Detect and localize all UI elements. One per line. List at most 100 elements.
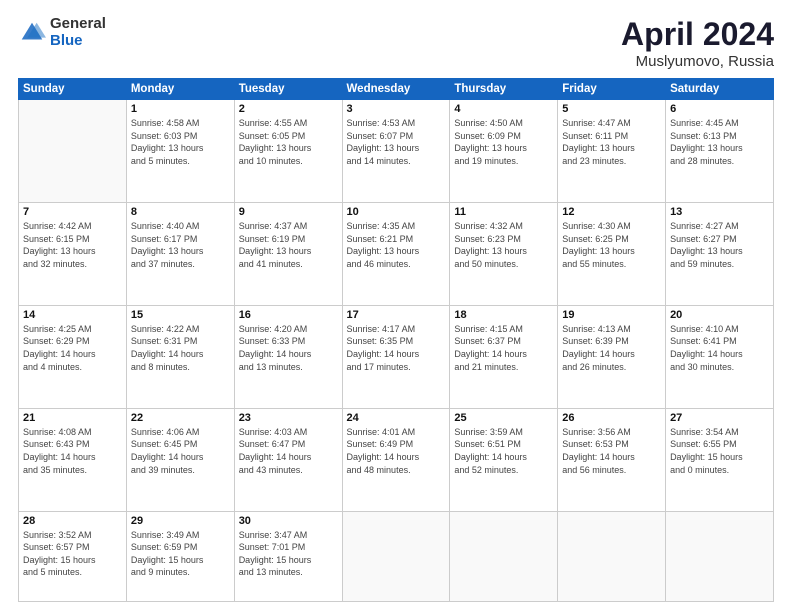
day-cell: 14 Sunrise: 4:25 AM Sunset: 6:29 PM Dayli… [19,305,127,408]
day-cell: 6Sunrise: 4:45 AM Sunset: 6:13 PM Daylig… [666,100,774,203]
day-info: Sunrise: 4:01 AM Sunset: 6:49 PM Dayligh… [347,426,446,476]
day-cell [666,511,774,601]
logo-icon [18,19,46,47]
day-info: Sunrise: 4:40 AM Sunset: 6:17 PM Dayligh… [131,220,230,270]
day-info: Sunrise: 3:56 AM Sunset: 6:53 PM Dayligh… [562,426,661,476]
day-info: Sunrise: 4:06 AM Sunset: 6:45 PM Dayligh… [131,426,230,476]
logo-blue: Blue [50,33,106,50]
weekday-header: Friday [558,79,666,100]
day-cell: 30 Sunrise: 3:47 AM Sunset: 7:01 PM Dayli… [234,511,342,601]
day-cell: 4 Sunrise: 4:50 AM Sunset: 6:09 PM Daylig… [450,100,558,203]
calendar-subtitle: Muslyumovo, Russia [621,53,774,70]
day-info: Sunrise: 4:17 AM Sunset: 6:35 PM Dayligh… [347,323,446,373]
day-info: Sunrise: 4:42 AM Sunset: 6:15 PM Dayligh… [23,220,122,270]
day-info: Sunrise: 4:53 AM Sunset: 6:07 PM Dayligh… [347,117,446,167]
day-cell: 28Sunrise: 3:52 AM Sunset: 6:57 PM Dayli… [19,511,127,601]
day-info: Sunrise: 4:25 AM Sunset: 6:29 PM Dayligh… [23,323,122,373]
day-number: 2 [239,103,338,115]
page: General Blue April 2024 Muslyumovo, Russ… [0,0,792,612]
week-row: 21 Sunrise: 4:08 AM Sunset: 6:43 PM Dayli… [19,408,774,511]
day-cell: 16 Sunrise: 4:20 AM Sunset: 6:33 PM Dayli… [234,305,342,408]
day-number: 15 [131,309,230,321]
day-number: 7 [23,206,122,218]
day-cell [558,511,666,601]
day-info: Sunrise: 4:08 AM Sunset: 6:43 PM Dayligh… [23,426,122,476]
weekday-header: Sunday [19,79,127,100]
day-cell: 17Sunrise: 4:17 AM Sunset: 6:35 PM Dayli… [342,305,450,408]
week-row: 7 Sunrise: 4:42 AM Sunset: 6:15 PM Daylig… [19,202,774,305]
day-cell: 18Sunrise: 4:15 AM Sunset: 6:37 PM Dayli… [450,305,558,408]
day-cell: 3 Sunrise: 4:53 AM Sunset: 6:07 PM Daylig… [342,100,450,203]
day-number: 25 [454,412,553,424]
day-number: 4 [454,103,553,115]
day-info: Sunrise: 4:22 AM Sunset: 6:31 PM Dayligh… [131,323,230,373]
day-cell: 26 Sunrise: 3:56 AM Sunset: 6:53 PM Dayli… [558,408,666,511]
day-cell: 8Sunrise: 4:40 AM Sunset: 6:17 PM Daylig… [126,202,234,305]
day-info: Sunrise: 4:47 AM Sunset: 6:11 PM Dayligh… [562,117,661,167]
day-number: 21 [23,412,122,424]
day-cell: 29 Sunrise: 3:49 AM Sunset: 6:59 PM Dayli… [126,511,234,601]
weekday-header: Monday [126,79,234,100]
day-info: Sunrise: 4:37 AM Sunset: 6:19 PM Dayligh… [239,220,338,270]
day-number: 30 [239,515,338,527]
day-cell: 5 Sunrise: 4:47 AM Sunset: 6:11 PM Daylig… [558,100,666,203]
week-row: 28Sunrise: 3:52 AM Sunset: 6:57 PM Dayli… [19,511,774,601]
day-info: Sunrise: 4:27 AM Sunset: 6:27 PM Dayligh… [670,220,769,270]
day-cell: 21 Sunrise: 4:08 AM Sunset: 6:43 PM Dayli… [19,408,127,511]
day-cell [450,511,558,601]
day-number: 27 [670,412,769,424]
day-number: 12 [562,206,661,218]
day-cell: 11 Sunrise: 4:32 AM Sunset: 6:23 PM Dayli… [450,202,558,305]
day-number: 16 [239,309,338,321]
day-number: 26 [562,412,661,424]
day-cell: 23Sunrise: 4:03 AM Sunset: 6:47 PM Dayli… [234,408,342,511]
day-info: Sunrise: 4:58 AM Sunset: 6:03 PM Dayligh… [131,117,230,167]
day-info: Sunrise: 4:20 AM Sunset: 6:33 PM Dayligh… [239,323,338,373]
day-info: Sunrise: 4:32 AM Sunset: 6:23 PM Dayligh… [454,220,553,270]
day-cell [19,100,127,203]
day-cell: 9 Sunrise: 4:37 AM Sunset: 6:19 PM Daylig… [234,202,342,305]
weekday-header: Tuesday [234,79,342,100]
day-info: Sunrise: 4:45 AM Sunset: 6:13 PM Dayligh… [670,117,769,167]
day-cell: 10Sunrise: 4:35 AM Sunset: 6:21 PM Dayli… [342,202,450,305]
day-info: Sunrise: 4:55 AM Sunset: 6:05 PM Dayligh… [239,117,338,167]
day-info: Sunrise: 4:03 AM Sunset: 6:47 PM Dayligh… [239,426,338,476]
day-info: Sunrise: 3:49 AM Sunset: 6:59 PM Dayligh… [131,529,230,579]
top-header: General Blue April 2024 Muslyumovo, Russ… [18,16,774,70]
day-number: 19 [562,309,661,321]
weekday-header: Saturday [666,79,774,100]
day-info: Sunrise: 3:54 AM Sunset: 6:55 PM Dayligh… [670,426,769,476]
day-info: Sunrise: 4:50 AM Sunset: 6:09 PM Dayligh… [454,117,553,167]
day-number: 29 [131,515,230,527]
day-number: 3 [347,103,446,115]
day-number: 20 [670,309,769,321]
weekday-header: Wednesday [342,79,450,100]
day-cell: 15 Sunrise: 4:22 AM Sunset: 6:31 PM Dayli… [126,305,234,408]
day-number: 14 [23,309,122,321]
week-row: 14 Sunrise: 4:25 AM Sunset: 6:29 PM Dayli… [19,305,774,408]
day-info: Sunrise: 3:47 AM Sunset: 7:01 PM Dayligh… [239,529,338,579]
header-row: SundayMondayTuesdayWednesdayThursdayFrid… [19,79,774,100]
day-cell: 24 Sunrise: 4:01 AM Sunset: 6:49 PM Dayli… [342,408,450,511]
day-cell [342,511,450,601]
calendar-table: SundayMondayTuesdayWednesdayThursdayFrid… [18,78,774,602]
day-info: Sunrise: 4:15 AM Sunset: 6:37 PM Dayligh… [454,323,553,373]
calendar-title: April 2024 [621,16,774,53]
day-cell: 19Sunrise: 4:13 AM Sunset: 6:39 PM Dayli… [558,305,666,408]
day-number: 11 [454,206,553,218]
day-info: Sunrise: 4:10 AM Sunset: 6:41 PM Dayligh… [670,323,769,373]
day-number: 9 [239,206,338,218]
day-cell: 1Sunrise: 4:58 AM Sunset: 6:03 PM Daylig… [126,100,234,203]
logo: General Blue [18,16,106,49]
logo-text: General Blue [50,16,106,49]
day-number: 10 [347,206,446,218]
day-info: Sunrise: 3:59 AM Sunset: 6:51 PM Dayligh… [454,426,553,476]
logo-general: General [50,16,106,33]
day-number: 5 [562,103,661,115]
day-number: 13 [670,206,769,218]
day-number: 22 [131,412,230,424]
day-number: 24 [347,412,446,424]
weekday-header: Thursday [450,79,558,100]
day-cell: 27 Sunrise: 3:54 AM Sunset: 6:55 PM Dayli… [666,408,774,511]
day-cell: 13 Sunrise: 4:27 AM Sunset: 6:27 PM Dayli… [666,202,774,305]
